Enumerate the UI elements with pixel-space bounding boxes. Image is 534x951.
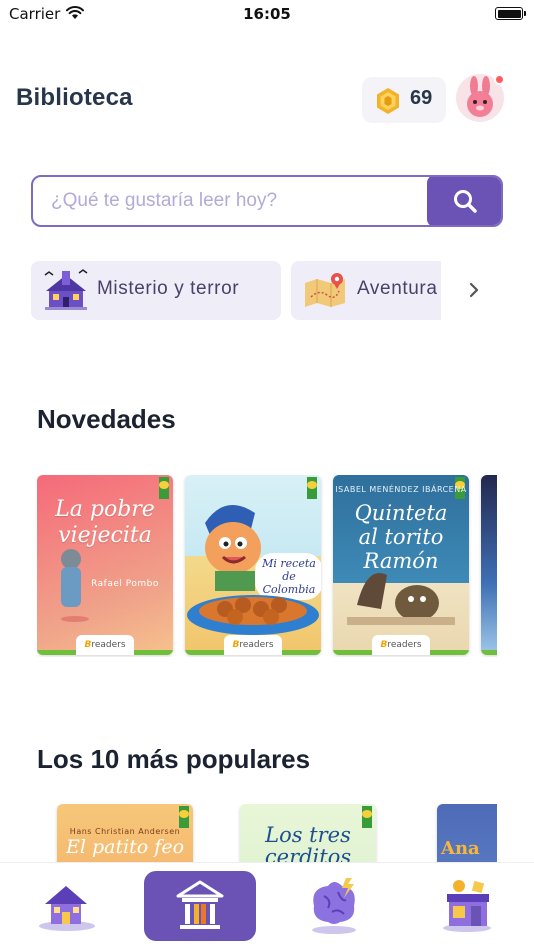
book-card[interactable]: Mi receta de Colombia Breaders: [185, 475, 321, 655]
bull-illustration: [347, 573, 455, 625]
book-author: ISABEL MENÉNDEZ IBÁRCENA: [335, 485, 467, 494]
battery-icon: [495, 7, 526, 20]
flag-icon: [159, 477, 169, 499]
populares-carousel[interactable]: Hans Christian Andersen El patito feo Lo…: [37, 804, 497, 862]
flag-icon: [179, 806, 189, 828]
book-card[interactable]: Los tres cerditos: [240, 804, 376, 862]
notification-dot: [494, 74, 505, 85]
book-author: Hans Christian Andersen: [69, 827, 181, 836]
book-card[interactable]: ISABEL MENÉNDEZ IBÁRCENA Quinteta al tor…: [333, 475, 469, 655]
category-chip-adventure[interactable]: Aventura: [291, 261, 441, 320]
book-card[interactable]: Hans Christian Andersen El patito feo: [57, 804, 193, 862]
chevron-right-icon[interactable]: [465, 281, 483, 299]
nav-library[interactable]: [144, 871, 256, 941]
status-bar: Carrier 16:05: [0, 0, 534, 30]
book-title: La pobre viejecita: [55, 497, 155, 548]
book-title: Ana: [441, 838, 480, 859]
nav-home[interactable]: [11, 871, 123, 941]
treasure-map-icon: [305, 273, 345, 307]
house-icon: [39, 886, 95, 931]
search-button[interactable]: [427, 177, 501, 225]
book-title: El patito feo: [65, 836, 185, 858]
book-card[interactable]: Ana: [437, 804, 497, 862]
category-chip-mystery[interactable]: Misterio y terror: [31, 261, 281, 320]
book-brand: Breaders: [76, 635, 134, 655]
coin-icon: [377, 88, 399, 114]
category-strip: Misterio y terror Aventura: [31, 261, 441, 320]
novedades-carousel[interactable]: La pobre viejecita Rafael Pombo Breaders…: [37, 475, 497, 657]
book-title: Quinteta al torito Ramón: [354, 501, 448, 573]
flag-icon: [362, 806, 372, 828]
brain-icon: [312, 878, 356, 934]
store-icon: [443, 880, 491, 932]
search-input[interactable]: [51, 177, 421, 225]
section-title-novedades: Novedades: [37, 404, 176, 434]
library-icon: [176, 880, 224, 929]
haunted-house-icon: [44, 269, 88, 310]
nav-brain[interactable]: [278, 871, 390, 941]
coins-badge[interactable]: 69: [362, 77, 446, 123]
book-card[interactable]: [481, 475, 497, 655]
status-time: 16:05: [243, 5, 291, 23]
coin-count: 69: [410, 87, 433, 109]
page-title: Biblioteca: [16, 84, 133, 111]
book-brand: Breaders: [372, 635, 430, 655]
category-label: Misterio y terror: [97, 278, 240, 299]
nav-store[interactable]: [411, 871, 523, 941]
book-title: Los tres cerditos: [264, 823, 352, 862]
book-brand: Breaders: [224, 635, 282, 655]
book-card[interactable]: La pobre viejecita Rafael Pombo Breaders: [37, 475, 173, 655]
food-plate-illustration: [187, 595, 319, 635]
book-author: Rafael Pombo: [91, 579, 159, 589]
bottom-nav: [0, 862, 534, 951]
search-bar: [31, 175, 503, 227]
flag-icon: [307, 477, 317, 499]
category-label: Aventura: [357, 278, 438, 299]
section-title-populares: Los 10 más populares: [37, 744, 311, 774]
search-icon: [454, 190, 477, 213]
